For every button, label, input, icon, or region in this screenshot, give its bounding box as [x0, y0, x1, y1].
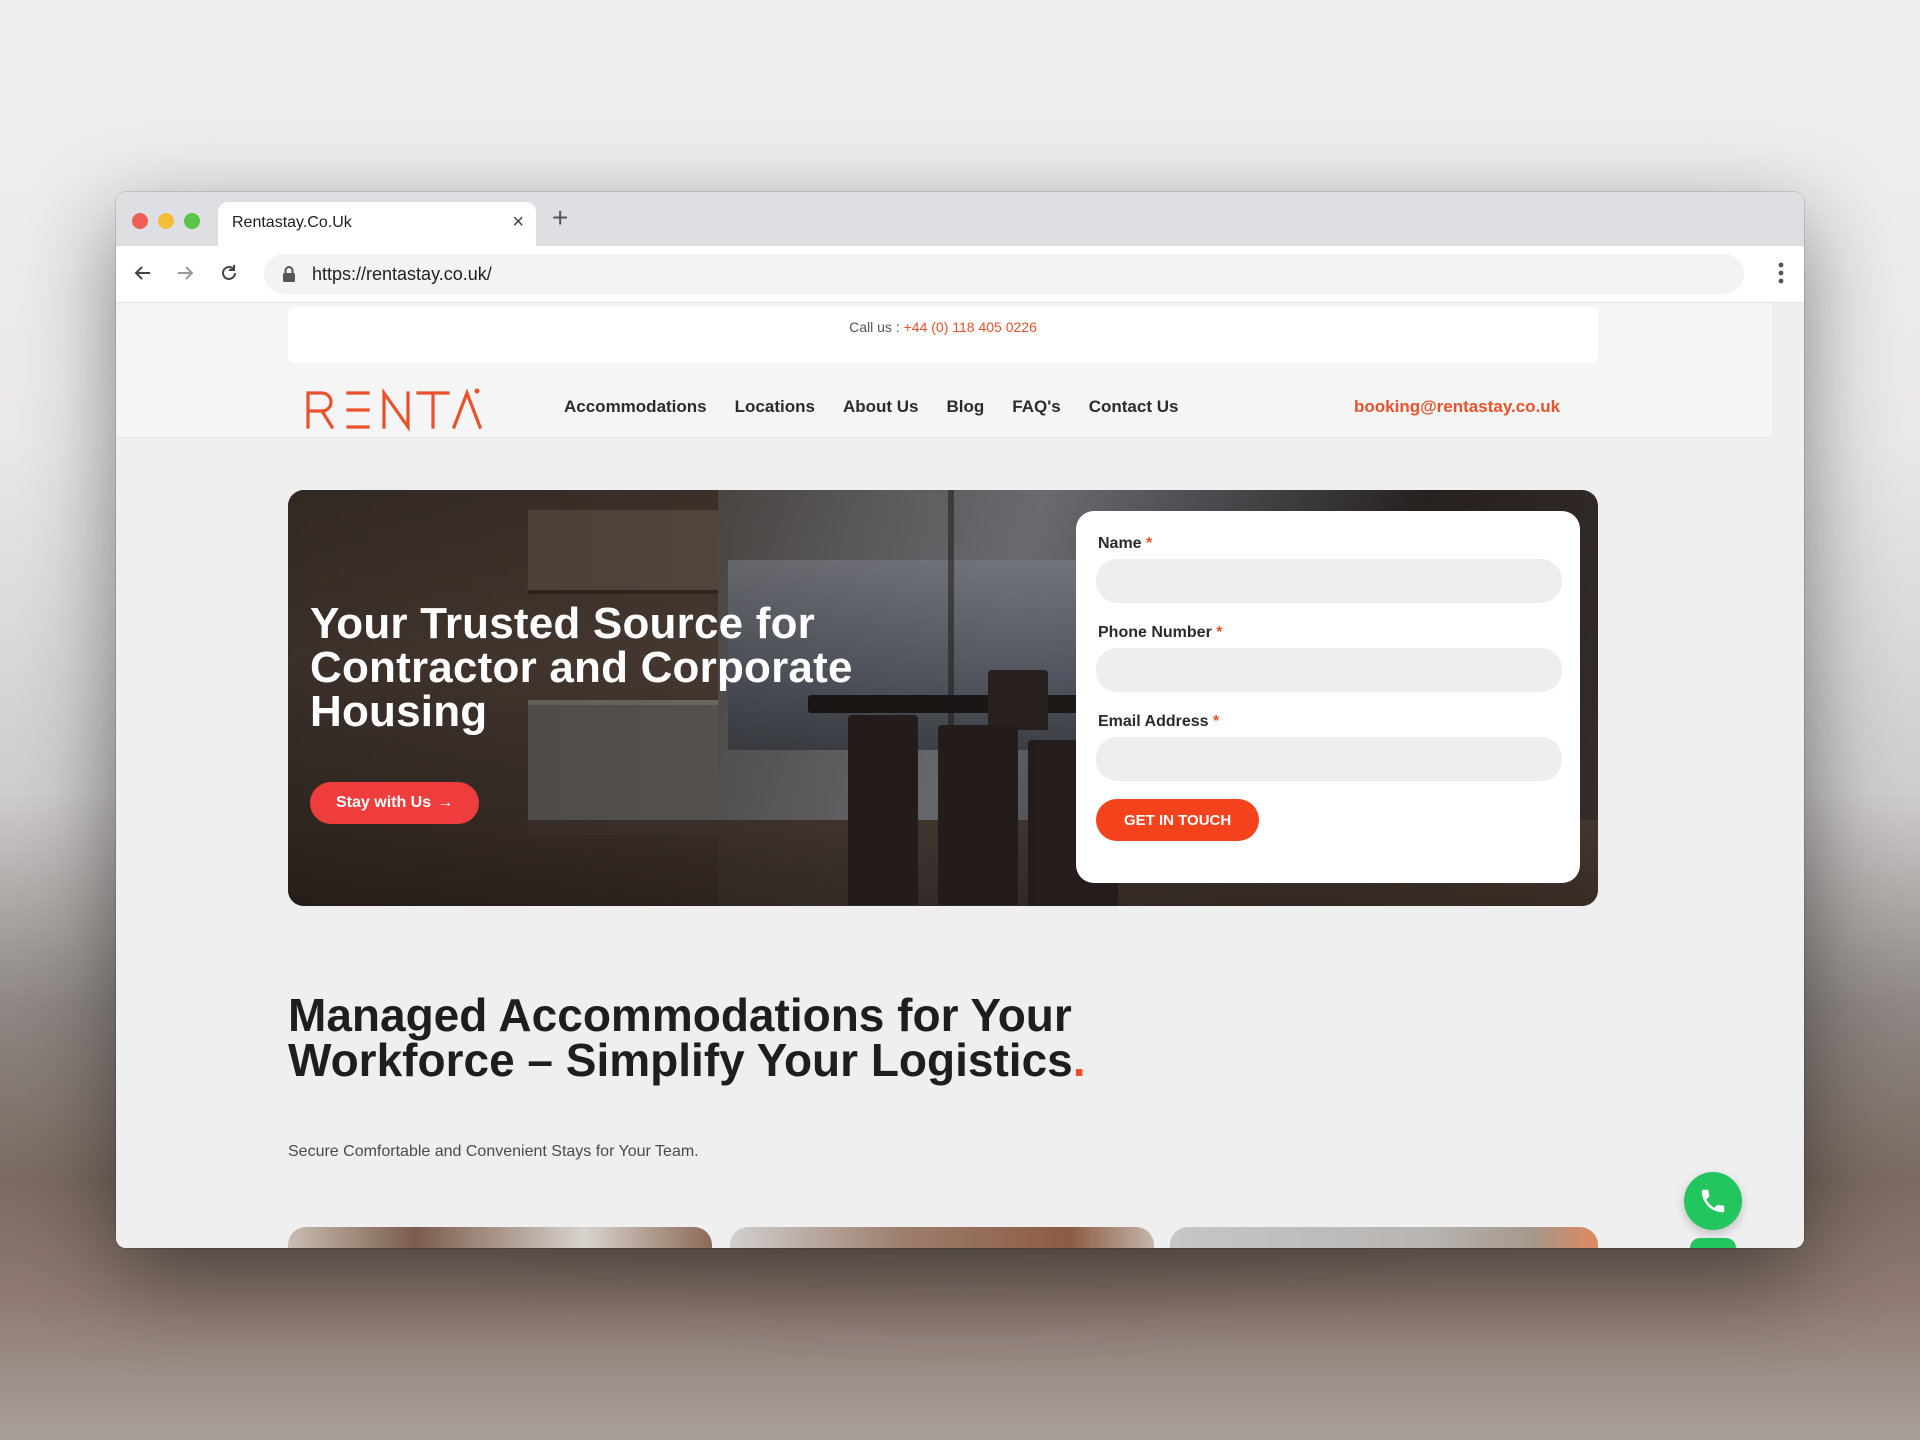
whatsapp-call-button[interactable]: [1684, 1172, 1742, 1230]
tab-title: Rentastay.Co.Uk: [232, 214, 352, 231]
title-accent-dot: .: [1072, 1034, 1086, 1086]
renta-logo[interactable]: [302, 383, 483, 440]
required-marker: *: [1216, 624, 1223, 641]
stay-with-us-button[interactable]: Stay with Us →: [310, 782, 480, 824]
phone-input[interactable]: [1096, 648, 1562, 692]
phone-label: Phone Number *: [1098, 624, 1222, 642]
minimize-window-button[interactable]: [158, 213, 174, 229]
forward-arrow-icon[interactable]: [172, 260, 198, 286]
nav-accommodations[interactable]: Accommodations: [564, 397, 707, 417]
nav-locations[interactable]: Locations: [735, 397, 815, 417]
browser-window: Rentastay.Co.Uk × + https://rentastay.co…: [116, 192, 1804, 1248]
email-input[interactable]: [1096, 737, 1562, 781]
back-arrow-icon[interactable]: [130, 260, 156, 286]
tab-close-icon[interactable]: ×: [512, 212, 524, 232]
nav-blog[interactable]: Blog: [946, 397, 984, 417]
url-text: https://rentastay.co.uk/: [312, 264, 492, 284]
nav-faqs[interactable]: FAQ's: [1012, 397, 1060, 417]
maximize-window-button[interactable]: [184, 213, 200, 229]
phone-icon: [1701, 1189, 1725, 1213]
required-marker: *: [1146, 535, 1153, 552]
close-window-button[interactable]: [132, 213, 148, 229]
accommodation-card[interactable]: [730, 1227, 1154, 1248]
browser-tab[interactable]: Rentastay.Co.Uk ×: [218, 202, 536, 246]
hero-banner: Your Trusted Source for Contractor and C…: [288, 490, 1598, 906]
call-label: Call us :: [849, 319, 904, 335]
name-input[interactable]: [1096, 559, 1562, 603]
nav-contact-us[interactable]: Contact Us: [1089, 397, 1179, 417]
site-header: Call us : +44 (0) 118 405 0226 Accommoda…: [116, 303, 1772, 438]
required-marker: *: [1213, 713, 1220, 730]
arrow-right-icon: →: [437, 794, 454, 811]
accommodation-card[interactable]: [288, 1227, 712, 1248]
reload-icon[interactable]: [216, 260, 242, 286]
address-bar[interactable]: https://rentastay.co.uk/: [264, 254, 1744, 294]
email-label: Email Address *: [1098, 713, 1219, 731]
phone-label-text: Phone Number: [1098, 624, 1212, 641]
name-label: Name *: [1098, 535, 1152, 553]
tab-bar: Rentastay.Co.Uk × +: [116, 192, 1804, 246]
stay-with-us-label: Stay with Us: [336, 794, 432, 811]
name-label-text: Name: [1098, 535, 1142, 552]
section-title: Managed Accommodations for Your Workforc…: [288, 992, 1168, 1086]
secondary-chat-button[interactable]: [1690, 1238, 1736, 1248]
get-in-touch-button[interactable]: GET IN TOUCH: [1096, 799, 1260, 841]
call-bar: Call us : +44 (0) 118 405 0226: [288, 307, 1598, 363]
email-label-text: Email Address: [1098, 713, 1209, 730]
section-subtitle: Secure Comfortable and Convenient Stays …: [288, 1143, 699, 1160]
contact-form: Name * Phone Number * Email Address * GE…: [1076, 511, 1580, 883]
hero-title: Your Trusted Source for Contractor and C…: [310, 599, 853, 736]
browser-menu-icon[interactable]: [1778, 262, 1784, 289]
new-tab-icon[interactable]: +: [552, 204, 568, 232]
booking-email-link[interactable]: booking@rentastay.co.uk: [1354, 397, 1560, 417]
lock-icon: [282, 265, 296, 288]
page-viewport: Call us : +44 (0) 118 405 0226 Accommoda…: [116, 303, 1804, 1248]
section-title-text: Managed Accommodations for Your Workforc…: [288, 989, 1073, 1086]
main-nav: Accommodations Locations About Us Blog F…: [564, 397, 1206, 417]
nav-about-us[interactable]: About Us: [843, 397, 919, 417]
accommodation-card[interactable]: [1170, 1227, 1598, 1248]
call-phone-link[interactable]: +44 (0) 118 405 0226: [904, 319, 1037, 335]
browser-toolbar: https://rentastay.co.uk/: [116, 246, 1804, 303]
